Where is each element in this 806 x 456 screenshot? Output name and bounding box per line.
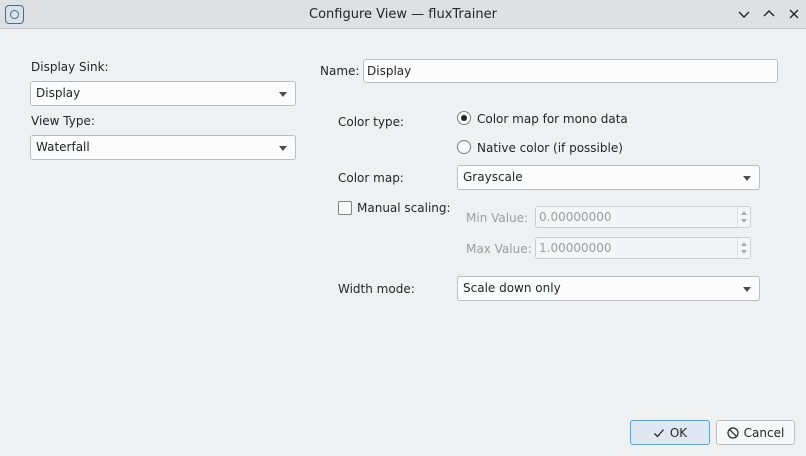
spin-up-icon[interactable] [741, 242, 747, 246]
min-value-spinbox[interactable]: 0.00000000 [535, 206, 751, 228]
cancel-label: Cancel [743, 425, 785, 440]
display-sink-combo[interactable]: Display [30, 81, 296, 106]
width-mode-value: Scale down only [463, 281, 561, 295]
native-color-label[interactable]: Native color (if possible) [477, 141, 623, 155]
chevron-down-icon [743, 287, 751, 292]
cancel-button[interactable]: Cancel [716, 420, 795, 445]
color-map-value: Grayscale [463, 170, 523, 184]
chevron-down-icon [738, 11, 750, 18]
manual-scaling-label[interactable]: Manual scaling: [357, 201, 451, 215]
spin-down-icon[interactable] [741, 219, 747, 223]
chevron-down-icon [279, 146, 287, 151]
spin-up-icon[interactable] [741, 211, 747, 215]
name-label: Name: [320, 64, 360, 78]
max-value-spinbox[interactable]: 1.00000000 [535, 237, 751, 259]
width-mode-label: Width mode: [338, 282, 415, 296]
chevron-down-icon [743, 176, 751, 181]
native-color-radio[interactable] [457, 140, 471, 154]
display-sink-value: Display [36, 86, 81, 100]
chevron-down-icon [279, 92, 287, 97]
view-type-label: View Type: [31, 114, 95, 128]
manual-scaling-checkbox[interactable] [338, 201, 352, 215]
min-value-text: 0.00000000 [539, 210, 612, 224]
title-bar: Configure View — fluxTrainer [0, 0, 806, 29]
width-mode-combo[interactable]: Scale down only [457, 276, 760, 301]
spin-down-icon[interactable] [741, 250, 747, 254]
display-sink-label: Display Sink: [31, 60, 109, 74]
view-type-combo[interactable]: Waterfall [30, 135, 296, 160]
color-map-mono-label[interactable]: Color map for mono data [477, 112, 628, 126]
window-title: Configure View — fluxTrainer [309, 7, 497, 22]
ok-label: OK [669, 425, 688, 440]
close-button[interactable] [783, 4, 805, 24]
minimize-button[interactable] [733, 4, 755, 24]
view-type-value: Waterfall [36, 140, 90, 154]
max-value-label: Max Value: [466, 242, 532, 256]
color-map-label: Color map: [338, 171, 404, 185]
max-value-text: 1.00000000 [539, 241, 612, 255]
color-map-mono-radio[interactable] [457, 111, 471, 125]
close-icon [789, 9, 799, 19]
color-map-combo[interactable]: Grayscale [457, 165, 760, 190]
color-type-label: Color type: [338, 115, 404, 129]
min-value-label: Min Value: [466, 211, 529, 225]
cancel-circle-icon [727, 426, 739, 439]
checkmark-icon [653, 428, 664, 437]
ok-button[interactable]: OK [630, 420, 710, 445]
name-input[interactable]: Display [363, 59, 778, 83]
maximize-button[interactable] [758, 4, 780, 24]
chevron-up-icon [763, 10, 775, 17]
